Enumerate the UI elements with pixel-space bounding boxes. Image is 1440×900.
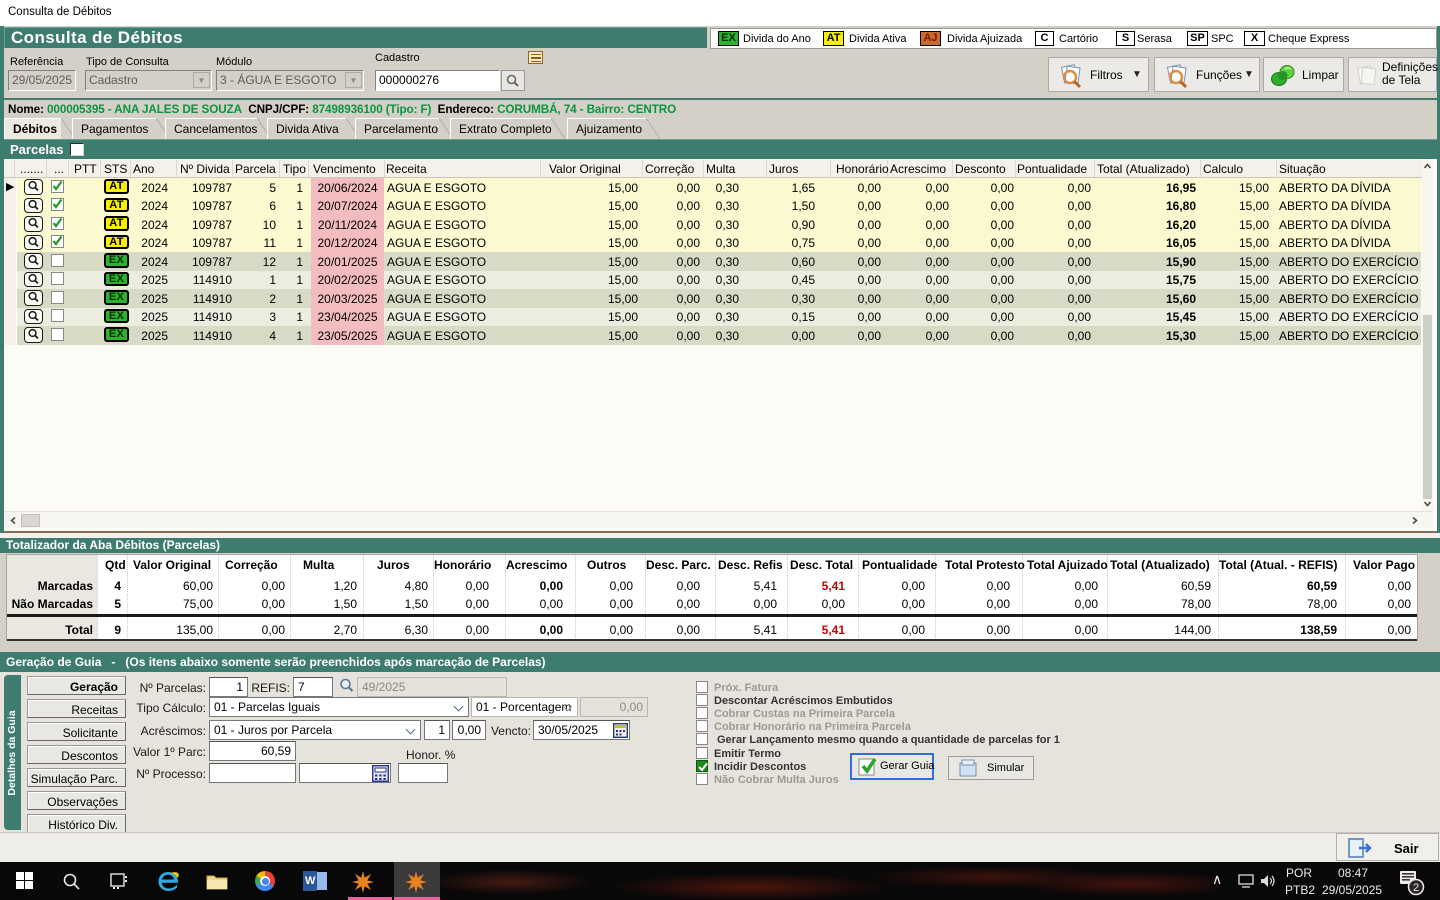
svg-text:2: 2: [1413, 882, 1419, 894]
